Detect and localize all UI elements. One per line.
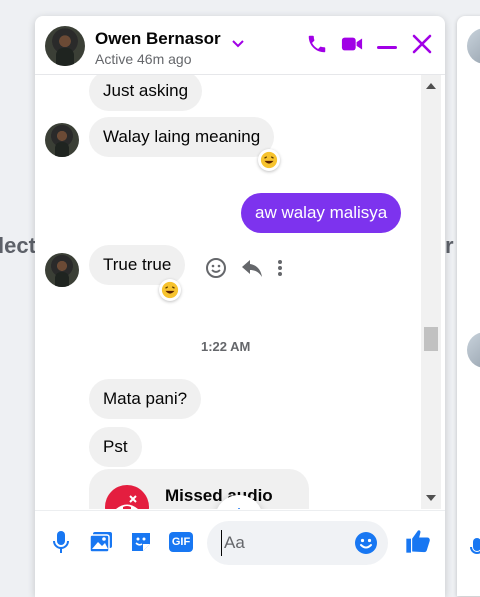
message-input-container xyxy=(207,521,388,565)
scroll-down-arrow[interactable] xyxy=(426,495,436,501)
react-smiley-icon[interactable] xyxy=(205,257,227,284)
gif-button[interactable]: GIF xyxy=(168,529,194,555)
message-input[interactable] xyxy=(221,530,347,556)
sender-avatar[interactable] xyxy=(45,123,79,157)
chevron-down-icon[interactable] xyxy=(231,36,245,54)
laughing-reaction-icon[interactable] xyxy=(258,149,280,171)
contact-status: Active 46m ago xyxy=(95,51,192,67)
more-options-icon[interactable] xyxy=(277,259,283,282)
message-list[interactable]: Just asking Walay laing meaning aw walay… xyxy=(35,75,421,509)
message-bubble-sent[interactable]: aw walay malisya xyxy=(241,193,402,233)
contact-name[interactable]: Owen Bernasor xyxy=(95,29,221,49)
close-button[interactable] xyxy=(410,34,434,58)
adjacent-avatar[interactable] xyxy=(467,28,480,64)
reply-icon[interactable] xyxy=(241,258,263,283)
laughing-reaction-icon[interactable] xyxy=(159,279,181,301)
adjacent-chat-panel[interactable] xyxy=(457,16,480,596)
message-bubble[interactable]: Pst xyxy=(89,427,142,467)
missed-call-icon xyxy=(105,485,149,509)
message-bubble[interactable]: Mata pani? xyxy=(89,379,202,419)
gif-label: GIF xyxy=(171,536,191,548)
missed-call-card[interactable]: Missed audio xyxy=(89,469,309,509)
sticker-icon[interactable] xyxy=(128,529,154,555)
message-bubble[interactable]: Just asking xyxy=(89,75,203,111)
phone-icon xyxy=(306,33,328,60)
video-camera-icon xyxy=(341,35,363,58)
sender-avatar[interactable] xyxy=(45,253,79,287)
scrollbar-thumb[interactable] xyxy=(424,327,438,351)
minimize-button[interactable] xyxy=(375,34,399,58)
message-bubble[interactable]: Walay laing meaning xyxy=(89,117,275,157)
contact-avatar[interactable] xyxy=(45,26,85,66)
message-actions xyxy=(205,257,283,284)
minimize-icon xyxy=(377,37,397,55)
background-text-left: lect xyxy=(0,233,36,258)
message-scrollbar[interactable] xyxy=(421,75,441,509)
microphone-icon[interactable] xyxy=(48,529,74,555)
adjacent-mic-icon[interactable] xyxy=(470,537,480,564)
video-call-button[interactable] xyxy=(340,34,364,58)
chat-window: Owen Bernasor Active 46m ago Just asking… xyxy=(35,16,445,597)
thumbs-up-icon[interactable] xyxy=(403,526,433,556)
adjacent-message-avatar xyxy=(467,332,480,368)
emoji-icon[interactable] xyxy=(354,531,378,555)
timestamp: 1:22 AM xyxy=(201,339,251,354)
photo-icon[interactable] xyxy=(88,529,114,555)
chat-header: Owen Bernasor Active 46m ago xyxy=(35,16,445,75)
scroll-up-arrow[interactable] xyxy=(426,83,436,89)
phone-call-button[interactable] xyxy=(305,34,329,58)
background-text-right: r xyxy=(445,233,454,258)
arrow-down-icon xyxy=(231,507,247,509)
close-icon xyxy=(412,34,432,59)
